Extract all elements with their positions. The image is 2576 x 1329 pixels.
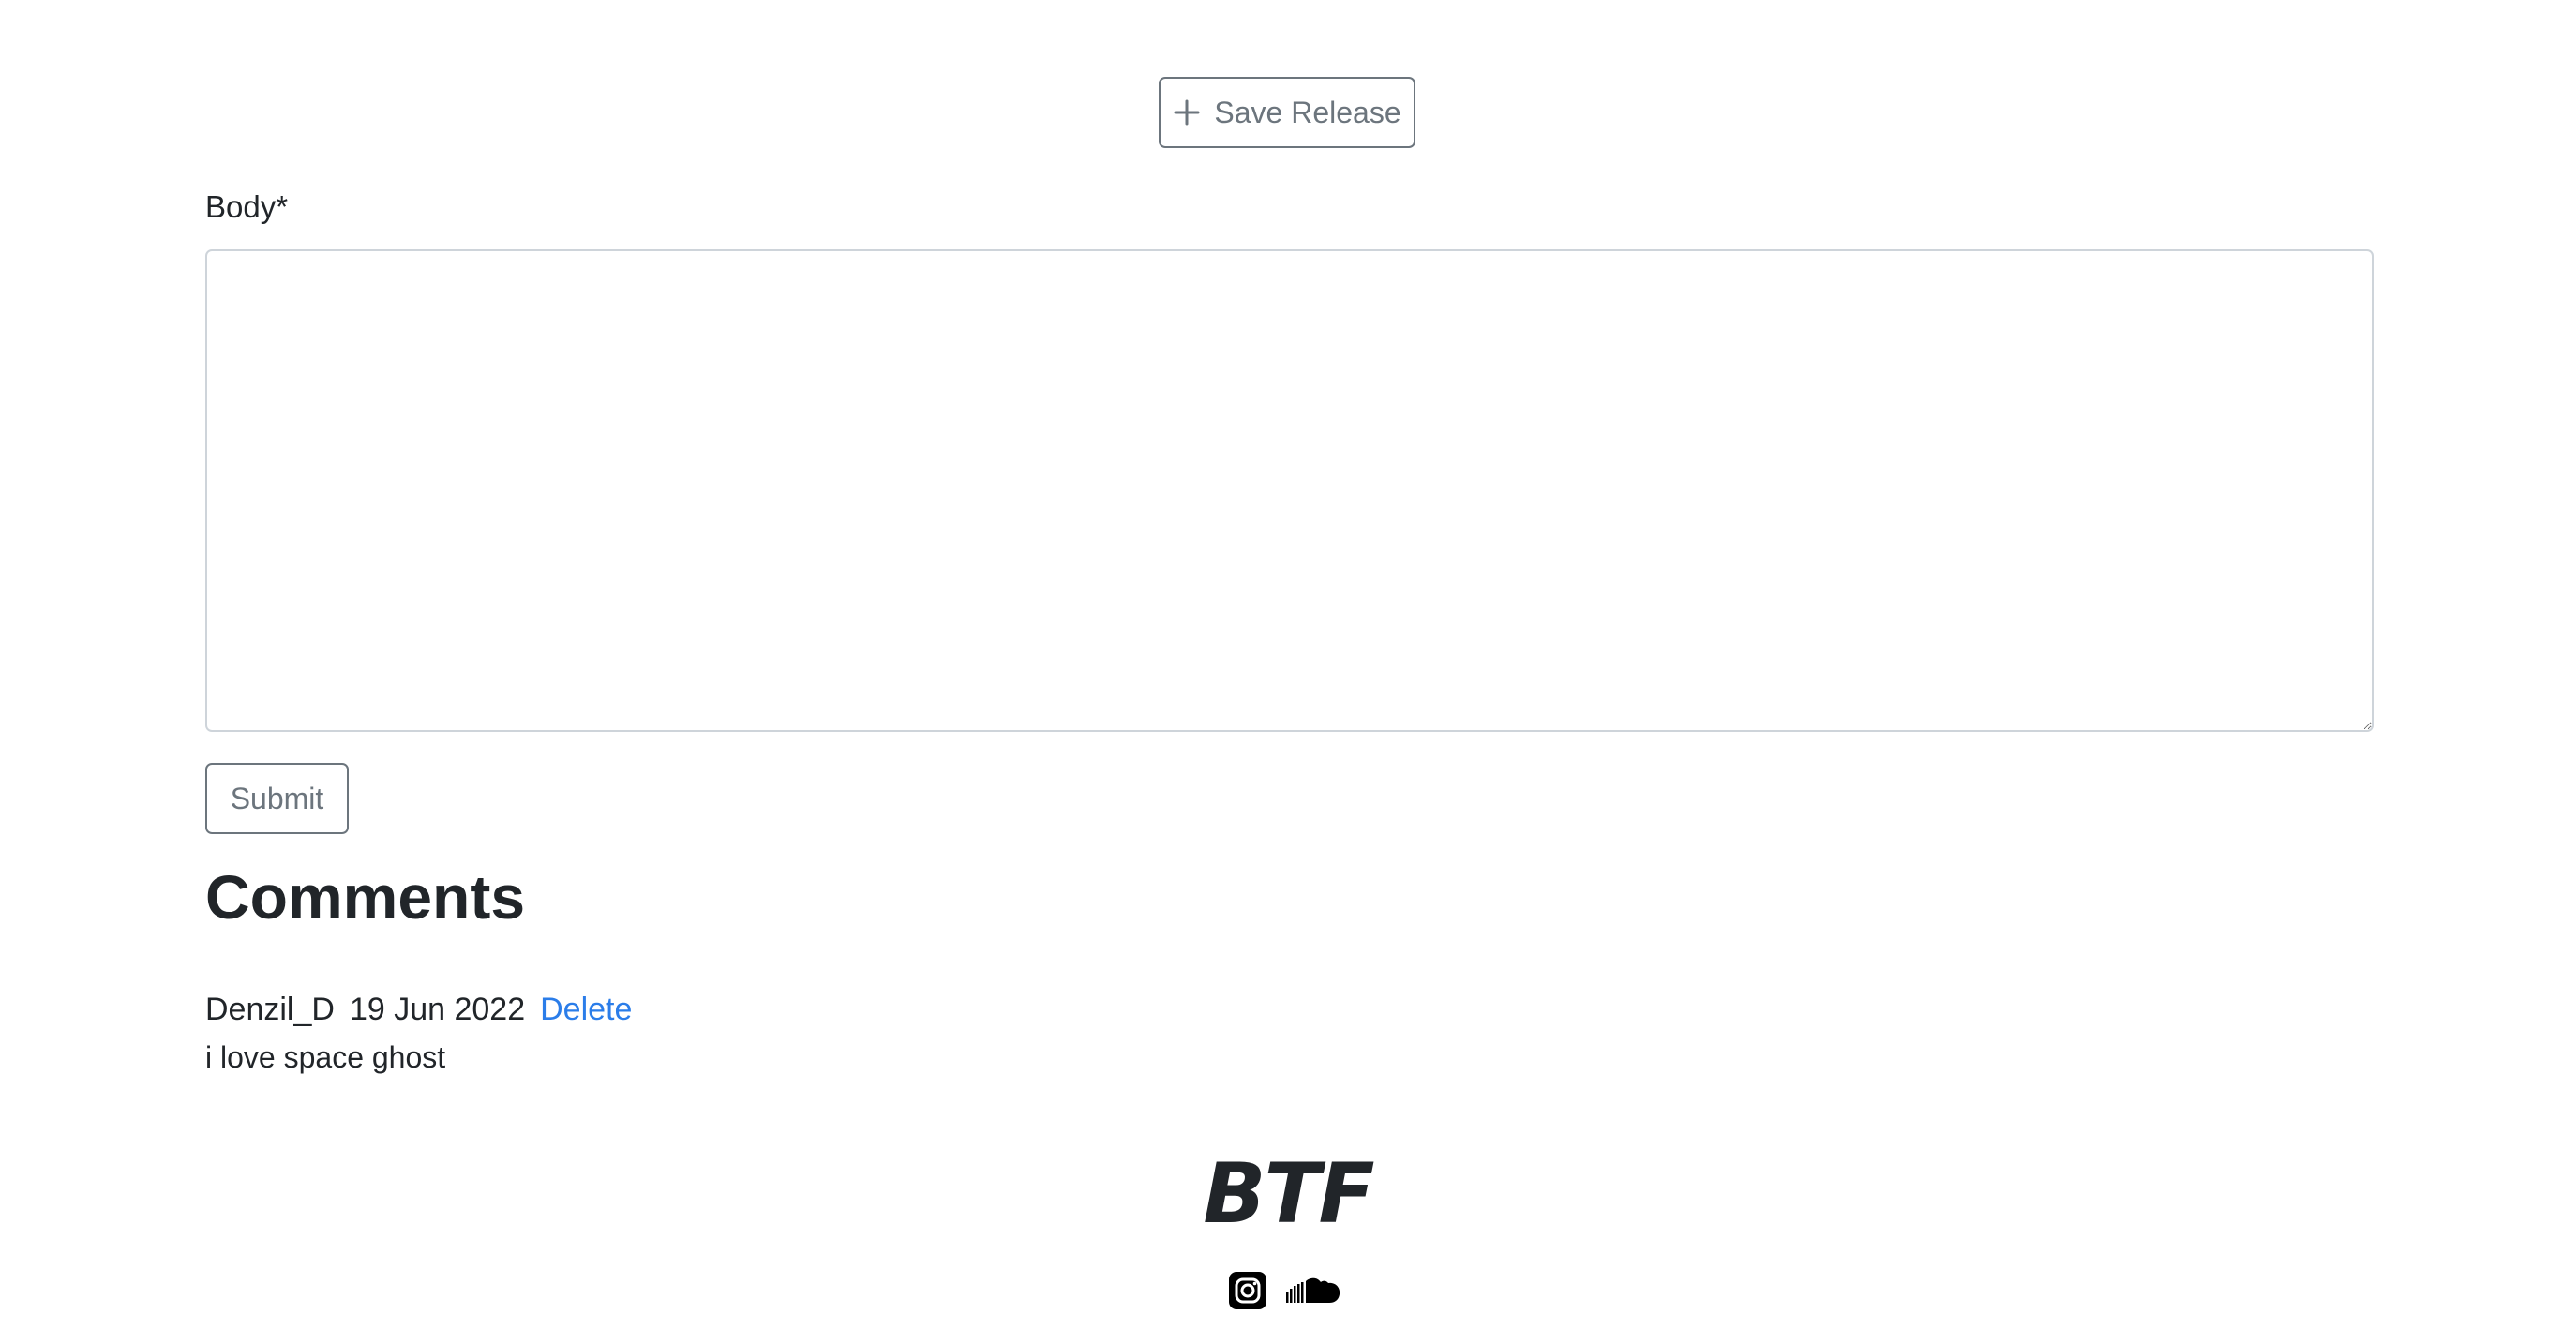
footer-logo: BTF <box>1203 1145 1374 1242</box>
comment-delete-link[interactable]: Delete <box>540 992 632 1028</box>
instagram-link[interactable] <box>1228 1271 1267 1315</box>
soundcloud-icon <box>1286 1277 1340 1303</box>
comment-text: i love space ghost <box>205 1040 446 1074</box>
comment-date: 19 Jun 2022 <box>349 992 526 1027</box>
social-links <box>1228 1271 1342 1315</box>
plus-icon <box>1174 99 1200 126</box>
comment-meta: Denzil_D 19 Jun 2022 Delete <box>205 992 632 1028</box>
body-textarea[interactable] <box>205 249 2374 732</box>
save-release-label: Save Release <box>1214 95 1401 129</box>
submit-button[interactable]: Submit <box>205 763 349 834</box>
comments-heading: Comments <box>205 862 526 932</box>
body-label: Body* <box>205 189 289 224</box>
instagram-icon <box>1229 1272 1266 1309</box>
comment-author: Denzil_D <box>205 992 335 1027</box>
save-release-button[interactable]: Save Release <box>1159 77 1415 148</box>
soundcloud-link[interactable] <box>1284 1275 1342 1311</box>
